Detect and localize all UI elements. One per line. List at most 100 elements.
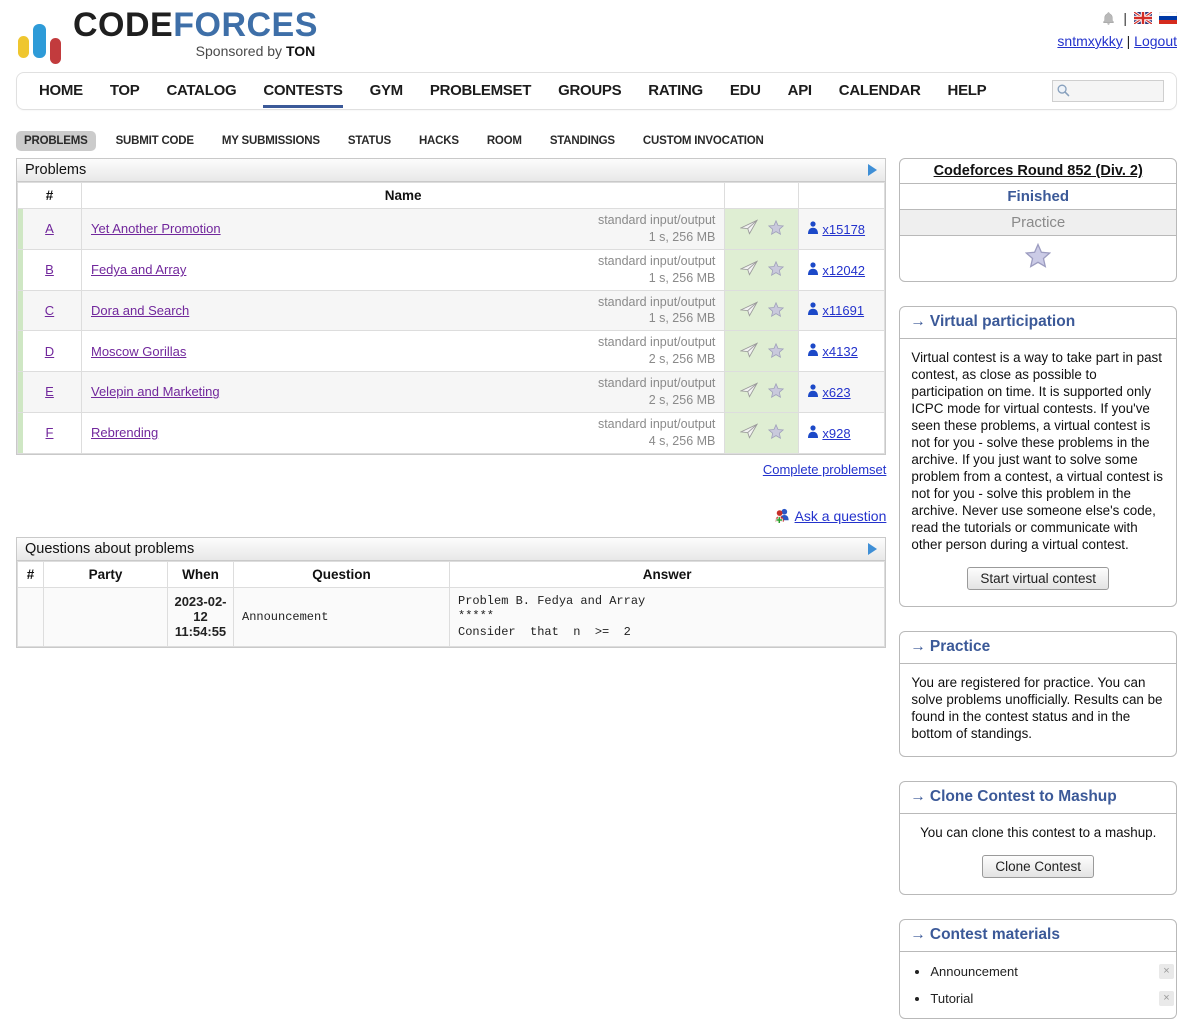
questions-table: Questions about problems # Party When Qu… [16,537,886,649]
complete-problemset-link[interactable]: Complete problemset [763,462,887,477]
flag-en-icon[interactable] [1134,12,1152,24]
caption-arrow: → [910,313,926,330]
nav-item-groups[interactable]: GROUPS [558,74,621,108]
contest-title-link[interactable]: Codeforces Round 852 (Div. 2) [934,163,1143,179]
subnav-item-room[interactable]: ROOM [479,131,530,151]
subnav-item-custom-invocation[interactable]: CUSTOM INVOCATION [635,131,772,151]
material-item-tutorial[interactable]: Tutorial × [930,991,1176,1006]
problem-name-link[interactable]: Moscow Gorillas [91,344,186,359]
close-icon[interactable]: × [1159,991,1174,1006]
problem-name-link[interactable]: Yet Another Promotion [91,221,221,236]
caption-play-icon[interactable] [868,164,877,176]
problems-header-row: # Name [18,183,885,209]
nav-item-catalog[interactable]: CATALOG [166,74,236,108]
problem-limits: standard input/output1 s, 256 MB [598,294,715,328]
problem-index-link[interactable]: E [45,384,54,399]
nav-item-calendar[interactable]: CALENDAR [839,74,921,108]
problem-name-link[interactable]: Rebrending [91,425,158,440]
q-col-answer: Answer [450,561,885,587]
problem-limits: standard input/output1 s, 256 MB [598,253,715,287]
bell-icon[interactable] [1101,11,1116,26]
nav-item-contests[interactable]: CONTESTS [263,74,342,108]
problem-index-link[interactable]: D [45,344,54,359]
flag-ru-icon[interactable] [1159,12,1177,24]
problem-name-link[interactable]: Velepin and Marketing [91,384,220,399]
clone-mashup-box: →Clone Contest to Mashup You can clone t… [899,781,1177,895]
problem-index-link[interactable]: B [45,262,54,277]
submit-paper-plane-icon[interactable] [740,305,758,320]
subnav-item-problems[interactable]: PROBLEMS [16,131,96,151]
ask-question-link[interactable]: Ask a question [795,508,887,524]
problem-name-link[interactable]: Dora and Search [91,303,189,318]
problems-table: Problems # Name A Yet Another Promotion [16,158,886,455]
subnav-item-submit-code[interactable]: SUBMIT CODE [108,131,202,151]
nav-item-api[interactable]: API [788,74,812,108]
solved-count-link[interactable]: x15178 [822,222,865,237]
problem-row-b: B Fedya and Array standard input/output1… [18,249,885,290]
favorite-star-icon[interactable] [768,223,784,238]
submit-paper-plane-icon[interactable] [740,427,758,442]
solved-person-icon [807,426,819,441]
contest-info-box: Codeforces Round 852 (Div. 2) Finished P… [899,158,1177,282]
submit-paper-plane-icon[interactable] [740,346,758,361]
favorite-star-icon[interactable] [768,427,784,442]
solved-count-link[interactable]: x12042 [822,263,865,278]
favorite-star-icon[interactable] [768,305,784,320]
subnav-item-standings[interactable]: STANDINGS [542,131,623,151]
submit-paper-plane-icon[interactable] [740,264,758,279]
solved-person-icon [807,303,819,318]
logo-bars-icon [18,24,61,58]
col-header-solved [799,183,885,209]
question-answer: Problem B. Fedya and Array ***** Conside… [450,587,885,647]
problem-limits: standard input/output1 s, 256 MB [598,212,715,246]
problem-limits: standard input/output2 s, 256 MB [598,334,715,368]
problem-index-link[interactable]: A [45,221,54,236]
caption-arrow: → [910,638,926,655]
logo-title: CODEFORCES [73,6,318,44]
nav-item-top[interactable]: TOP [110,74,140,108]
col-header-icons [725,183,799,209]
problem-row-f: F Rebrending standard input/output4 s, 2… [18,412,885,453]
codeforces-logo[interactable]: CODEFORCES Sponsored by TON [18,8,318,58]
problem-row-a: A Yet Another Promotion standard input/o… [18,209,885,250]
problem-index-link[interactable]: F [46,425,54,440]
problem-name-link[interactable]: Fedya and Array [91,262,186,277]
virtual-participation-box: →Virtual participation Virtual contest i… [899,306,1177,607]
nav-item-problemset[interactable]: PROBLEMSET [430,74,531,108]
solved-count-link[interactable]: x623 [822,385,850,400]
question-when: 2023-02-12 11:54:55 [168,587,234,647]
favorite-star-icon[interactable] [768,386,784,401]
questions-header-row: # Party When Question Answer [18,561,885,587]
caption-play-icon[interactable] [868,543,877,555]
solved-count-link[interactable]: x4132 [822,344,857,359]
start-virtual-contest-button[interactable]: Start virtual contest [967,567,1109,590]
solved-person-icon [807,385,819,400]
caption-arrow: → [910,788,926,805]
nav-item-home[interactable]: HOME [39,74,83,108]
nav-item-rating[interactable]: RATING [648,74,703,108]
virtual-title: Virtual participation [930,313,1075,330]
submit-paper-plane-icon[interactable] [740,386,758,401]
caption-arrow: → [910,926,926,943]
contest-favorite-star-icon[interactable] [1025,256,1051,272]
question-row: 2023-02-12 11:54:55 Announcement Problem… [18,587,885,647]
solved-count-link[interactable]: x928 [822,426,850,441]
subnav-item-hacks[interactable]: HACKS [411,131,467,151]
q-col-question: Question [234,561,450,587]
nav-item-gym[interactable]: GYM [370,74,403,108]
subnav-item-status[interactable]: STATUS [340,131,399,151]
solved-count-link[interactable]: x11691 [822,303,864,318]
material-item-announcement[interactable]: Announcement × [930,964,1176,979]
subnav-item-my-submissions[interactable]: MY SUBMISSIONS [214,131,328,151]
logout-link[interactable]: Logout [1134,33,1177,49]
problem-row-c: C Dora and Search standard input/output1… [18,290,885,331]
close-icon[interactable]: × [1159,964,1174,979]
nav-item-help[interactable]: HELP [948,74,987,108]
username-link[interactable]: sntmxykky [1057,33,1122,49]
submit-paper-plane-icon[interactable] [740,223,758,238]
clone-contest-button[interactable]: Clone Contest [982,855,1094,878]
nav-item-edu[interactable]: EDU [730,74,761,108]
favorite-star-icon[interactable] [768,264,784,279]
favorite-star-icon[interactable] [768,346,784,361]
problem-index-link[interactable]: C [45,303,54,318]
